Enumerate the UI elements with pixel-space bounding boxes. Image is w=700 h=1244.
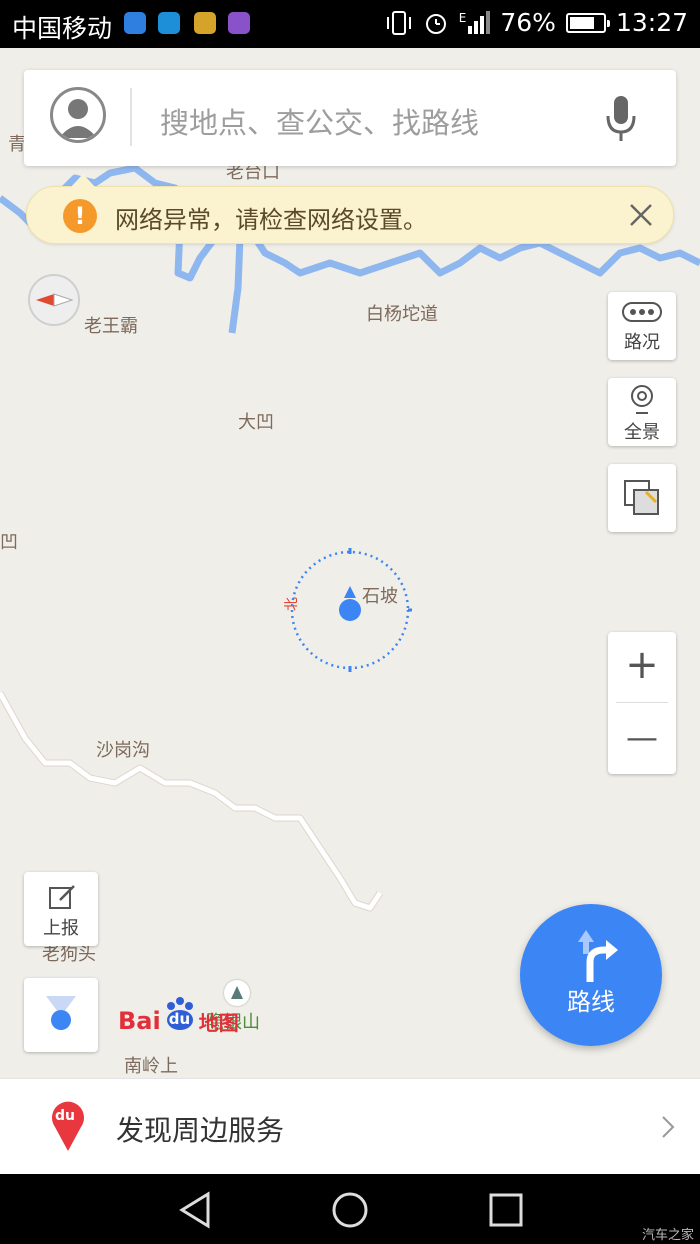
locate-button[interactable] [24, 978, 98, 1052]
location-compass-icon [46, 996, 76, 1030]
traffic-icon [622, 302, 662, 322]
recents-icon[interactable] [486, 1190, 526, 1230]
mountain-icon [224, 980, 250, 1006]
route-label: 路线 [567, 988, 615, 1016]
battery-icon [565, 12, 610, 33]
layers-icon [624, 480, 659, 515]
place-label-shagangou: 沙岗沟 [96, 740, 150, 761]
traffic-button[interactable]: 路况 [608, 292, 676, 360]
baidu-map-logo: Bai du 地图 [118, 997, 239, 1038]
zoom-divider [616, 702, 668, 703]
back-icon[interactable] [176, 1190, 216, 1230]
battery-percent: 76% [500, 8, 556, 37]
report-button[interactable]: 上报 [24, 872, 98, 946]
compass-needle-icon [36, 293, 74, 307]
home-icon[interactable] [330, 1190, 370, 1230]
carrier-name: 中国移动 [12, 14, 113, 43]
vibrate-icon [386, 10, 411, 35]
close-icon[interactable] [627, 201, 655, 229]
panorama-button[interactable]: 全景 [608, 378, 676, 446]
paw-icon: du [163, 997, 197, 1038]
search-bar[interactable]: 搜地点、查公交、找路线 [24, 70, 676, 166]
place-label-nanlingshang: 南岭上 [124, 1056, 178, 1077]
clock: 13:27 [615, 8, 688, 37]
user-avatar-icon[interactable] [50, 87, 106, 143]
search-divider [130, 88, 132, 146]
place-label-ao: 凹 [0, 532, 18, 553]
traffic-label: 路况 [624, 332, 660, 353]
place-label-daao: 大凹 [238, 412, 274, 433]
panorama-label: 全景 [624, 422, 660, 443]
search-input[interactable]: 搜地点、查公交、找路线 [160, 100, 479, 142]
compass-north-label: 北 [284, 597, 300, 611]
baidu-pin-icon: du [50, 1099, 86, 1153]
report-label: 上报 [43, 918, 79, 939]
gallery-notification-icon [228, 12, 250, 34]
my-location-marker [290, 548, 412, 672]
microphone-icon[interactable] [604, 94, 638, 144]
zoom-in-button[interactable]: + [608, 632, 676, 702]
maps-notification-icon [124, 12, 146, 34]
compass-button[interactable] [28, 274, 80, 326]
status-indicators: E 76% 13:27 [385, 8, 688, 37]
status-bar: 中国移动 E 76% 13:27 [0, 0, 700, 48]
cloud-notification-icon [194, 12, 216, 34]
route-arrow-icon [578, 930, 618, 982]
panorama-icon [631, 385, 653, 414]
warning-icon: ! [63, 199, 97, 233]
signal-icon: E [459, 11, 491, 34]
alert-message: 网络异常，请检查网络设置。 [115, 206, 427, 234]
layers-button[interactable] [608, 464, 676, 532]
zoom-controls: + — [608, 632, 676, 774]
chevron-right-icon [662, 1116, 675, 1138]
place-label-baiyangtuodao: 白杨坨道 [366, 304, 438, 325]
system-nav-bar [0, 1174, 700, 1244]
nearby-services-label: 发现周边服务 [116, 1114, 285, 1147]
zoom-out-button[interactable]: — [608, 704, 676, 774]
alarm-icon [425, 13, 446, 34]
network-alert-banner: ! 网络异常，请检查网络设置。 [26, 174, 674, 244]
edit-icon [49, 885, 75, 909]
message-notification-icon [158, 12, 180, 34]
nearby-services-bar[interactable]: du 发现周边服务 [0, 1078, 700, 1175]
place-label-laowangba: 老王霸 [84, 316, 138, 337]
route-button[interactable]: 路线 [520, 904, 662, 1046]
watermark: 汽车之家 [641, 1228, 694, 1243]
